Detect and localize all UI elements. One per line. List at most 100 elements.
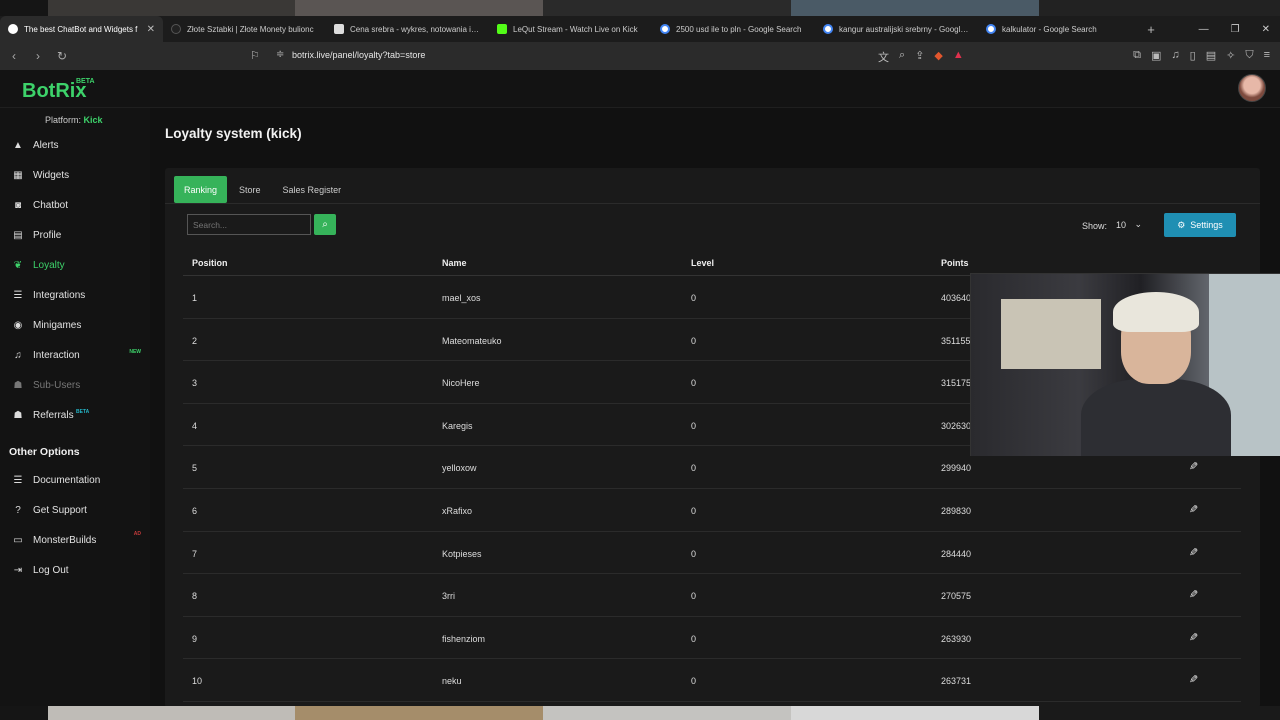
screenshot-icon[interactable]: ▣ [1151,49,1161,62]
cell-name: 3rri [442,591,455,602]
cell-position: 5 [192,463,198,474]
sidebar-item-referrals[interactable]: ☗ Referrals BETA [0,403,150,427]
sidebar-item-loyalty[interactable]: ❦ Loyalty [0,253,150,277]
webcam-overlay [970,273,1280,456]
sidebar-item-chatbot[interactable]: ◙ Chatbot [0,193,150,217]
sidebar-item-get-support[interactable]: ? Get Support [0,498,150,522]
edit-icon[interactable]: ✎ [1189,546,1198,559]
column-header-level[interactable]: Level [691,258,714,268]
close-window-icon[interactable]: ✕ [1262,24,1270,35]
cell-name: neku [442,676,462,687]
restore-icon[interactable]: ❐ [1231,24,1240,35]
close-tab-icon[interactable]: ✕ [147,24,155,35]
menu-icon[interactable]: ≡ [1264,49,1270,62]
search-icon: ⌕ [322,219,328,230]
zoom-icon[interactable]: ⌕ [899,49,905,65]
settings-button[interactable]: ⚙ Settings [1164,213,1236,237]
tabs-divider [165,203,1260,204]
sidebar-item-documentation[interactable]: ☰ Documentation [0,468,150,492]
cell-points: 284440 [941,548,972,559]
browser-tab[interactable]: Złote Sztabki | Złote Monety bulionc [163,16,326,42]
cell-level: 0 [691,378,697,389]
table-row: 9 fishenziom 0 263930 ✎ [183,617,1241,660]
browser-tab[interactable]: LeQut Stream - Watch Live on Kick [489,16,652,42]
forward-icon[interactable]: › [28,49,48,63]
tab-ranking[interactable]: Ranking [174,176,228,203]
column-header-points[interactable]: Points [941,258,969,268]
show-select[interactable]: 10 ⌄ [1110,214,1148,235]
extensions-icon[interactable]: ⧉ [1133,49,1141,62]
browser-tab[interactable]: kalkulator - Google Search [978,16,1141,42]
back-icon[interactable]: ‹ [4,49,24,63]
rewards-icon[interactable]: ▲ [953,49,964,65]
edit-icon[interactable]: ✎ [1189,460,1198,473]
bookmark-icon[interactable]: ⚐ [250,49,260,62]
browser-tab[interactable]: Cena srebra - wykres, notowania i ku [326,16,489,42]
sidebar-item-widgets[interactable]: ▦ Widgets [0,163,150,187]
sidebar-item-alerts[interactable]: ▲ Alerts [0,133,150,157]
cell-position: 3 [192,378,198,389]
ai-icon[interactable]: ✧ [1226,49,1235,62]
translate-icon[interactable]: 文 [878,49,889,65]
botrix-favicon-icon [8,24,18,34]
sidebar-item-interaction[interactable]: ♫ Interaction NEW [0,343,150,367]
cell-points: 299940 [941,463,972,474]
sidebar-item-profile[interactable]: ▤ Profile [0,223,150,247]
cell-points: 403640 [941,293,972,303]
kick-favicon-icon [497,24,507,34]
table-row: 10 neku 0 263731 ✎ [183,659,1241,702]
site-info-icon[interactable]: ≑ [276,49,284,60]
id-card-icon: ▤ [13,229,23,241]
users-icon: ☗ [13,409,23,421]
sidebar-item-sub-users[interactable]: ☗ Sub-Users [0,373,150,397]
browser-tab[interactable]: The best ChatBot and Widgets f ✕ [0,16,163,42]
sidebar-item-monsterbuilds[interactable]: ▭ MonsterBuilds AD [0,528,150,552]
page-title: Loyalty system (kick) [165,126,302,141]
brave-shield-icon[interactable]: ◆ [934,49,942,65]
cell-name: Mateomateuko [442,335,502,346]
url-field[interactable]: botrix.live/panel/loyalty?tab=store [292,50,425,60]
cell-level: 0 [691,548,697,559]
sidebar-item-integrations[interactable]: ☰ Integrations [0,283,150,307]
users-icon: ☗ [13,379,23,391]
cell-name: Karegis [442,420,473,431]
search-button[interactable]: ⌕ [314,214,336,235]
cell-points: 289830 [941,506,972,516]
new-tab-button[interactable]: + [1141,22,1161,37]
share-icon[interactable]: ⇪ [915,49,924,65]
table-row: 8 3rri 0 270575 ✎ [183,574,1241,617]
sidebar-item-minigames[interactable]: ◉ Minigames [0,313,150,337]
vpn-icon[interactable]: ⛉ [1245,49,1253,62]
question-icon: ? [15,504,21,516]
column-header-position[interactable]: Position [192,258,228,268]
browser-tab[interactable]: 2500 usd ile to pln - Google Search [652,16,815,42]
tab-sales-register[interactable]: Sales Register [273,176,352,203]
cell-points: 270575 [941,591,972,602]
cell-position: 2 [192,335,198,346]
table-row: 7 Kotpieses 0 284440 ✎ [183,532,1241,575]
wallet-icon[interactable]: ▤ [1206,49,1216,62]
gears-icon: ⚙ [1177,219,1186,230]
cell-position: 1 [192,293,198,303]
chevron-down-icon: ⌄ [1134,219,1142,229]
sidebar-icon[interactable]: ▯ [1190,49,1196,62]
cell-name: fishenziom [442,633,486,644]
reload-icon[interactable]: ↻ [52,49,72,63]
list-icon: ☰ [13,289,23,301]
music-icon[interactable]: ♫ [1171,49,1179,62]
tab-store[interactable]: Store [229,176,271,203]
edit-icon[interactable]: ✎ [1189,673,1198,686]
cell-level: 0 [691,506,697,516]
edit-icon[interactable]: ✎ [1189,631,1198,644]
cell-name: xRafixo [442,506,473,516]
sidebar-item-log-out[interactable]: ⇥ Log Out [0,558,150,582]
minimize-icon[interactable]: — [1199,24,1209,35]
avatar[interactable] [1238,74,1266,102]
browser-tab[interactable]: kangur australijski srebrny - Google S [815,16,978,42]
edit-icon[interactable]: ✎ [1189,588,1198,601]
warning-icon: ▲ [13,139,23,151]
search-input[interactable] [187,214,311,235]
google-favicon-icon [986,24,996,34]
edit-icon[interactable]: ✎ [1189,503,1198,516]
column-header-name[interactable]: Name [442,258,467,268]
